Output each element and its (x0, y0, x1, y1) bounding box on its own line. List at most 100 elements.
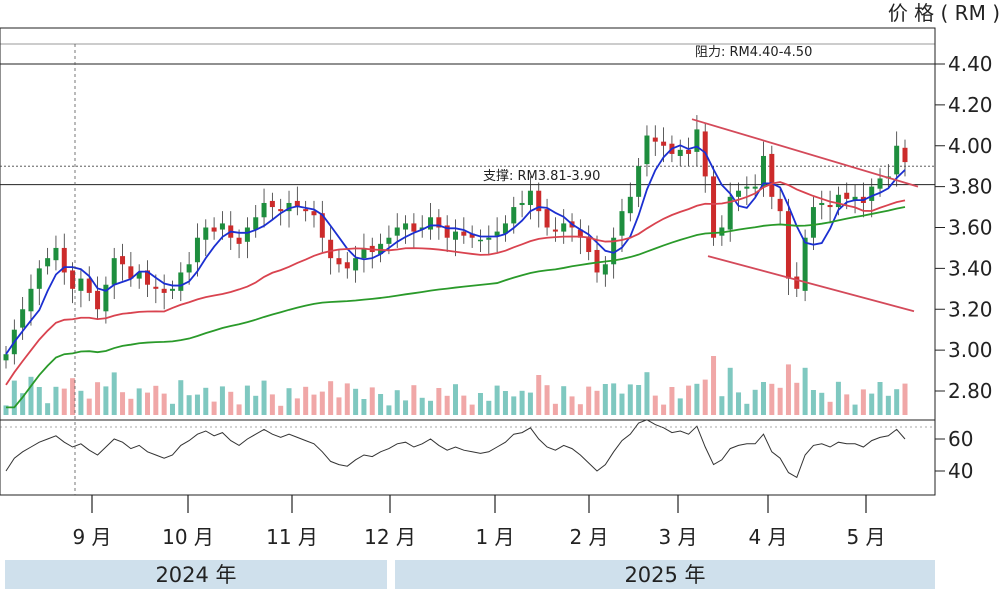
candle-body (336, 258, 342, 265)
year-label-2024: 2024 年 (155, 563, 236, 587)
candle-body (677, 149, 683, 156)
candle-body (28, 288, 34, 312)
volume-bar (145, 392, 151, 415)
candle-body (169, 288, 175, 291)
year-label-2025: 2025 年 (624, 563, 705, 587)
price-tick-label: 4.20 (948, 93, 993, 117)
candle-body (877, 178, 883, 189)
candle-body (203, 227, 209, 240)
candle-body (894, 145, 900, 175)
candle-body (744, 186, 750, 189)
volume-bar (869, 393, 875, 415)
candle-body (219, 223, 225, 230)
candle-body (594, 249, 600, 273)
candle-body (153, 286, 159, 289)
rsi-tick-label: 40 (948, 459, 973, 483)
volume-bar (552, 403, 558, 415)
support-label: 支撑: RM3.81-3.90 (483, 169, 600, 184)
candle-body (486, 237, 492, 240)
candle-body (261, 202, 267, 218)
candle-body (244, 227, 250, 242)
volume-bar (444, 395, 450, 415)
volume-bar (902, 383, 908, 415)
candle-body (253, 217, 259, 230)
month-tick-label: 3 月 (658, 525, 697, 549)
volume-bar (669, 387, 675, 415)
volume-bar (852, 404, 858, 415)
year-band-2024: 2024 年 (5, 560, 387, 589)
candle-body (95, 290, 101, 310)
volume-bar (303, 386, 309, 415)
candle-body (644, 135, 650, 165)
volume-bar (835, 381, 841, 415)
candle-body (602, 264, 608, 275)
volume-bar (810, 390, 816, 415)
candle-body (3, 354, 9, 361)
candle-body (194, 237, 200, 263)
volume-bar (219, 386, 225, 415)
volume-bar (11, 380, 17, 415)
volume-bar (477, 393, 483, 415)
candle-body (428, 217, 434, 230)
volume-bar (436, 388, 442, 415)
candle-body (561, 223, 567, 232)
volume-bar (894, 389, 900, 415)
volume-bar (536, 375, 542, 415)
volume-bar (744, 403, 750, 415)
candle-body (760, 155, 766, 187)
volume-bar (294, 398, 300, 415)
volume-bar (785, 364, 791, 415)
volume-bar (486, 400, 492, 415)
volume-bar (120, 392, 126, 415)
volume-bar (394, 390, 400, 415)
rsi-panel-frame (0, 419, 936, 496)
volume-bar (586, 386, 592, 415)
candle-body (752, 186, 758, 189)
volume-bar (236, 404, 242, 415)
candle-body (453, 231, 458, 240)
volume-bar (694, 383, 700, 415)
volume-bar (78, 390, 84, 415)
volume-bar (203, 387, 209, 415)
price-tick-label: 3.60 (948, 216, 993, 240)
volume-bar (103, 386, 109, 415)
candle-body (236, 237, 242, 244)
candle-body (661, 141, 667, 146)
price-tick-label: 4.00 (948, 134, 993, 158)
volume-bar (369, 387, 375, 415)
volume-bar (519, 390, 525, 415)
candle-body (86, 278, 92, 293)
candle-body (711, 176, 717, 238)
month-tick-label: 2 月 (569, 525, 608, 549)
candle-body (544, 209, 550, 228)
candle-body (20, 309, 26, 328)
volume-bar (344, 383, 350, 415)
candle-body (403, 223, 409, 230)
price-tick-label: 3.80 (948, 175, 993, 199)
volume-bar (169, 403, 175, 415)
candle-body (411, 223, 417, 232)
candle-body (303, 209, 309, 212)
price-tick-label: 3.40 (948, 256, 993, 280)
volume-bar (760, 382, 766, 415)
candle-body (386, 237, 392, 244)
candle-body (344, 262, 350, 269)
candle-body (844, 192, 850, 199)
candle-body (527, 190, 533, 206)
candle-body (519, 202, 525, 206)
volume-bar (885, 395, 891, 415)
resistance-label: 阻力: RM4.40-4.50 (695, 45, 812, 60)
candle-body (785, 211, 791, 279)
volume-bar (527, 392, 533, 415)
candle-body (178, 272, 184, 291)
candle-body (794, 276, 800, 289)
unit-label: 价 格 ( RM ) (888, 1, 1000, 25)
year-band-2025: 2025 年 (395, 560, 935, 589)
volume-bar (844, 394, 850, 415)
candle-body (627, 196, 633, 214)
candle-body (636, 166, 642, 197)
volume-bar (602, 384, 608, 415)
volume-bar (70, 378, 76, 415)
candle-body (835, 194, 841, 208)
volume-bar (777, 387, 783, 415)
